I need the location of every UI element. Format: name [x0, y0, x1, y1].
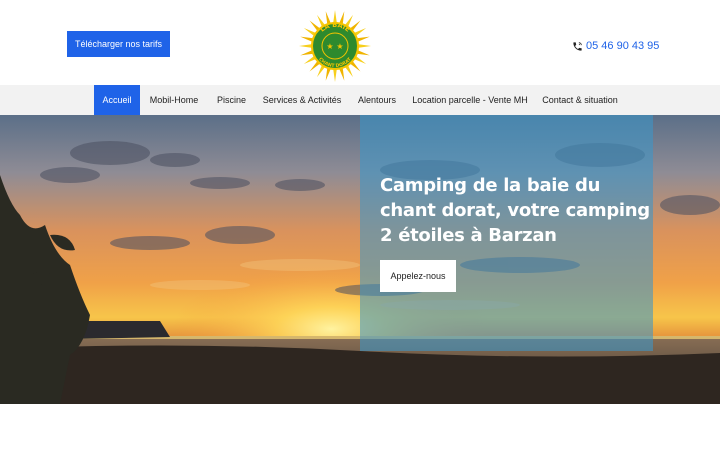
sun-logo[interactable]: LA BAIE CHANT DORAT ★ ★	[298, 9, 372, 83]
nav-item-mobil-home[interactable]: Mobil-Home	[143, 85, 205, 115]
sun-ray	[356, 44, 371, 48]
sun-ray	[333, 67, 337, 82]
phone-link[interactable]: 05 46 90 43 95	[572, 38, 659, 54]
phone-number: 05 46 90 43 95	[586, 40, 660, 52]
nav-item-location-parcelle[interactable]: Location parcelle - Vente MH	[408, 85, 532, 115]
nav-item-piscine[interactable]: Piscine	[210, 85, 253, 115]
nav-item-alentours[interactable]: Alentours	[351, 85, 403, 115]
page: Télécharger nos tarifs LA BAIE CHANT DOR…	[0, 0, 720, 450]
nav-item-accueil[interactable]: Accueil	[94, 85, 140, 115]
hero-section: Camping de la baie du chant dorat, votre…	[0, 115, 720, 404]
site-header: Télécharger nos tarifs LA BAIE CHANT DOR…	[0, 0, 720, 85]
sun-ray	[299, 44, 314, 48]
hero-title: Camping de la baie du chant dorat, votre…	[380, 175, 650, 246]
phone-icon	[573, 41, 582, 51]
call-us-button[interactable]: Appelez-nous	[380, 260, 456, 292]
download-rates-button[interactable]: Télécharger nos tarifs	[67, 31, 170, 57]
star-icon: ★	[326, 42, 333, 51]
star-icon: ★	[336, 42, 343, 51]
nav-item-services-activites[interactable]: Services & Activités	[258, 85, 346, 115]
nav-item-contact-situation[interactable]: Contact & situation	[537, 85, 623, 115]
main-nav: Accueil Mobil-Home Piscine Services & Ac…	[0, 85, 720, 115]
